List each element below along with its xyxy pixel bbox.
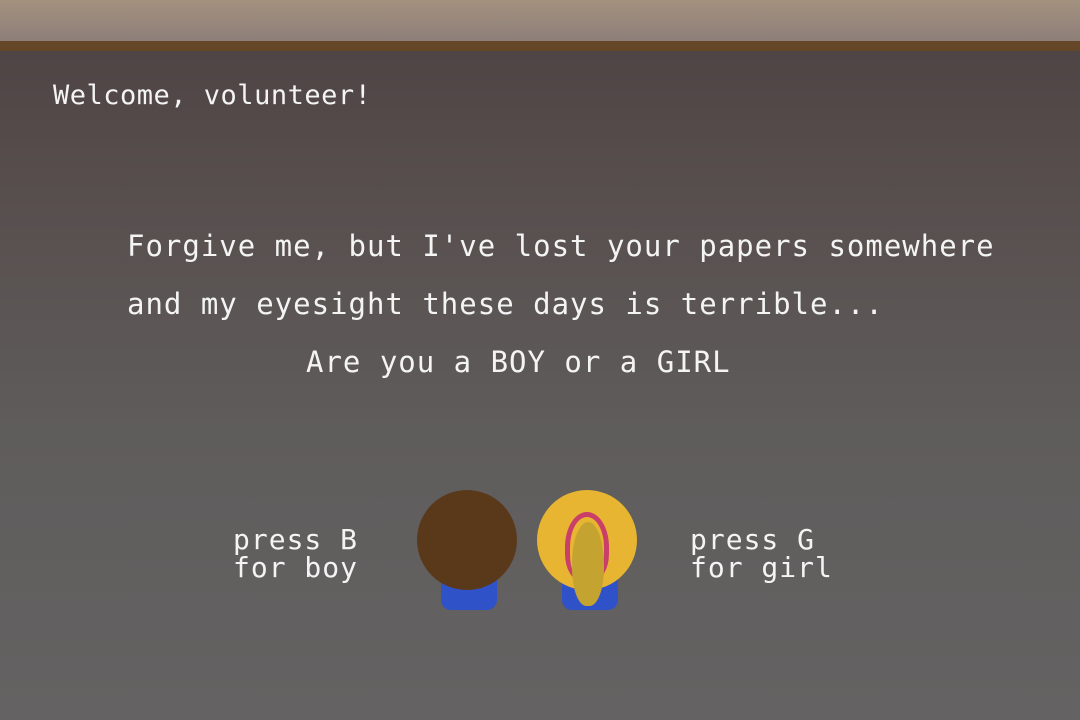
boy-head [417, 490, 517, 590]
boy-prompt-key: press B [233, 523, 359, 556]
girl-character[interactable] [537, 490, 639, 612]
girl-prompt-key: press G [690, 523, 816, 556]
ceiling-band [0, 0, 1080, 41]
boy-prompt-label: for boy [233, 551, 359, 584]
boy-choice-prompt: press B for boy [233, 526, 358, 582]
wood-trim [0, 41, 1080, 51]
girl-choice-prompt: press G for girl [690, 526, 833, 582]
boy-character[interactable] [417, 490, 518, 612]
dialog-question: Are you a BOY or a GIRL [306, 345, 731, 379]
girl-ponytail [572, 522, 604, 606]
girl-prompt-label: for girl [690, 551, 833, 584]
dialog-line-2: and my eyesight these days is terrible..… [127, 287, 884, 321]
welcome-text: Welcome, volunteer! [53, 80, 372, 111]
dialog-line-1: Forgive me, but I've lost your papers so… [127, 229, 995, 263]
